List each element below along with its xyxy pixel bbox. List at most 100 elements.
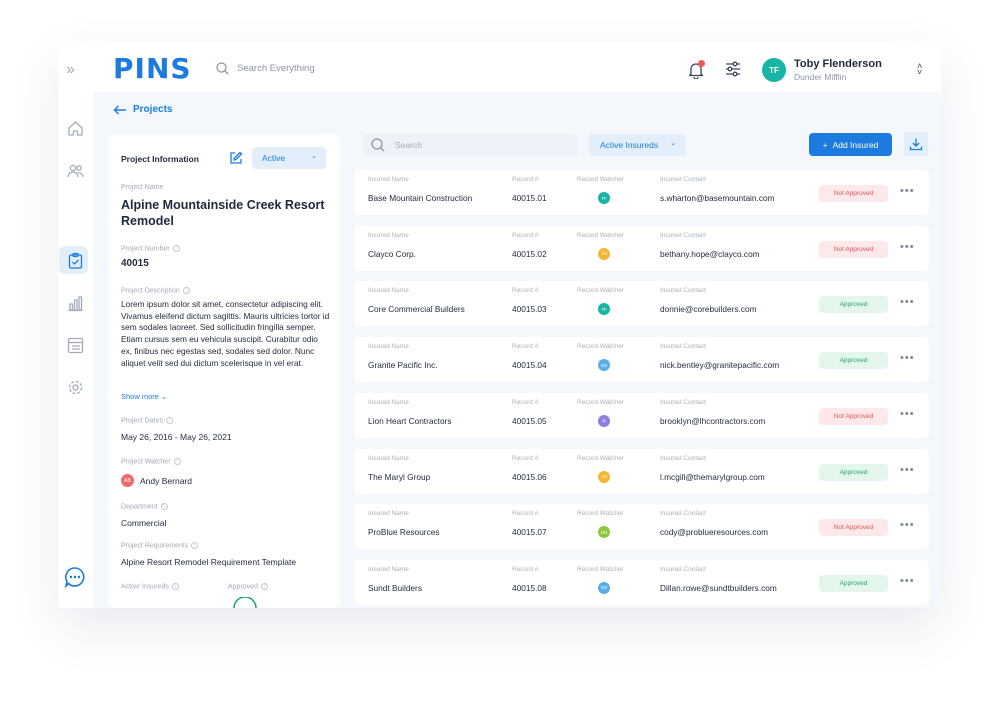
insured-name[interactable]: ProBlue Resources xyxy=(368,527,439,537)
insured-row[interactable]: Insured Name Record # Record Watcher Ins… xyxy=(354,504,929,550)
global-search[interactable]: Search Everything xyxy=(216,62,315,75)
insured-name[interactable]: The Maryl Group xyxy=(368,472,430,482)
watcher-name: Andy Bernard xyxy=(140,476,192,486)
chevron-down-icon: ⌄ xyxy=(311,153,317,160)
record-watcher-avatar: JH xyxy=(598,470,610,483)
more-options-icon[interactable]: ••• xyxy=(900,520,915,531)
requirements[interactable]: Alpine Resort Remodel Requirement Templa… xyxy=(121,557,296,567)
more-options-icon[interactable]: ••• xyxy=(900,353,915,364)
record-watcher-header: Record Watcher xyxy=(577,454,624,462)
more-options-icon[interactable]: ••• xyxy=(900,186,915,197)
insured-name-header: Insured Name xyxy=(368,398,409,406)
record-watcher-header: Record Watcher xyxy=(577,510,624,518)
user-avatar[interactable]: TF xyxy=(762,58,786,82)
clipboard-icon[interactable] xyxy=(67,252,84,269)
info-icon: i xyxy=(171,583,179,590)
more-options-icon[interactable]: ••• xyxy=(900,575,915,586)
insured-contact-header: Insured Contact xyxy=(660,343,706,351)
insured-name[interactable]: Sundt Builders xyxy=(368,583,422,593)
users-icon[interactable] xyxy=(67,162,84,179)
status-badge: Approved xyxy=(819,463,888,481)
project-name: Alpine Mountainside Creek Resort Remodel xyxy=(121,198,325,228)
download-button[interactable] xyxy=(904,132,928,156)
project-description: Lorem ipsum dolor sit amet, consectetur … xyxy=(121,299,330,368)
record-header: Record # xyxy=(512,231,539,239)
chart-icon[interactable] xyxy=(67,295,84,312)
insured-row[interactable]: Insured Name Record # Record Watcher Ins… xyxy=(354,337,929,383)
filters-icon[interactable] xyxy=(725,61,741,77)
record-number: 40015.07 xyxy=(512,527,547,538)
insured-name[interactable]: Base Mountain Construction xyxy=(368,193,472,203)
edit-icon[interactable] xyxy=(229,151,243,165)
more-options-icon[interactable]: ••• xyxy=(900,408,915,419)
record-watcher-avatar: TF xyxy=(598,192,610,204)
sidebar xyxy=(58,92,93,608)
project-info-title: Project Information xyxy=(121,154,199,164)
record-number: 40015.05 xyxy=(512,415,547,426)
insured-contact-header: Insured Contact xyxy=(660,510,706,518)
info-icon: i xyxy=(191,542,199,549)
insured-row[interactable]: Insured Name Record # Record Watcher Ins… xyxy=(354,448,929,494)
insured-search-placeholder[interactable]: Search xyxy=(395,140,422,150)
record-watcher-header: Record Watcher xyxy=(577,565,624,573)
record-watcher-header: Record Watcher xyxy=(577,287,624,295)
chevron-updown-icon[interactable]: ˄ ˅ xyxy=(917,62,922,77)
pins-logo[interactable]: PINS xyxy=(113,52,192,85)
approved-progress-ring xyxy=(233,597,257,608)
project-watcher-label: Project Watcher i xyxy=(121,458,181,465)
settings-icon[interactable] xyxy=(67,379,84,396)
insured-row[interactable]: Insured Name Record # Record Watcher Ins… xyxy=(354,281,929,327)
add-insured-button[interactable]: + Add Insured xyxy=(809,133,892,156)
record-header: Record # xyxy=(512,565,539,573)
record-header: Record # xyxy=(512,398,539,406)
expand-icon[interactable]: » xyxy=(66,62,84,78)
department: Commercial xyxy=(121,518,167,528)
insured-name-header: Insured Name xyxy=(368,510,409,518)
show-more-link[interactable]: Show more ⌄ xyxy=(121,392,167,401)
insured-name[interactable]: Lion Heart Contractors xyxy=(368,416,451,426)
insured-name-header: Insured Name xyxy=(368,176,409,183)
insured-row[interactable]: Insured Name Record # Record Watcher Ins… xyxy=(354,170,929,215)
record-number: 40015.02 xyxy=(512,248,547,259)
insured-contact: l.mcgill@themarylgroup.com xyxy=(660,471,765,482)
insured-contact: nick.bentley@granitepacific.com xyxy=(660,360,780,371)
more-options-icon[interactable]: ••• xyxy=(900,297,915,308)
chevron-down-icon: ⌄ xyxy=(161,392,168,401)
insured-name[interactable]: Clayco Corp. xyxy=(368,249,416,259)
active-insureds-label: Active Insureds i xyxy=(121,583,179,590)
insured-name[interactable]: Core Commercial Builders xyxy=(368,304,465,314)
insured-contact-header: Insured Contact xyxy=(660,454,706,462)
insured-filter-select[interactable]: Active Insureds ⌄ xyxy=(589,134,686,156)
info-icon: i xyxy=(260,583,268,590)
insured-row[interactable]: Insured Name Record # Record Watcher Ins… xyxy=(354,392,929,438)
breadcrumb-label[interactable]: Projects xyxy=(133,104,172,115)
insured-name[interactable]: Granite Pacific Inc. xyxy=(368,360,438,370)
insured-contact: s.wharton@basemountain.com xyxy=(660,193,775,203)
info-icon: i xyxy=(166,417,174,424)
insured-search-input[interactable]: Search xyxy=(363,134,578,156)
more-options-icon[interactable]: ••• xyxy=(900,241,915,252)
chevron-down-icon: ⌄ xyxy=(670,140,676,147)
chat-icon[interactable] xyxy=(64,566,86,588)
more-options-icon[interactable]: ••• xyxy=(900,464,915,475)
record-header: Record # xyxy=(512,287,539,295)
list-icon[interactable] xyxy=(67,337,84,354)
back-to-projects[interactable]: Projects xyxy=(113,104,172,115)
download-icon xyxy=(909,138,923,151)
insured-row[interactable]: Insured Name Record # Record Watcher Ins… xyxy=(354,225,929,271)
record-number: 40015.03 xyxy=(512,304,547,315)
status-badge: Approved xyxy=(819,296,888,314)
record-watcher-header: Record Watcher xyxy=(577,231,624,239)
record-number: 40015.08 xyxy=(512,582,547,593)
insured-contact: bethany.hope@clayco.com xyxy=(660,248,760,259)
global-search-placeholder[interactable]: Search Everything xyxy=(237,63,315,74)
insured-contact-header: Insured Contact xyxy=(660,231,706,239)
status-badge: Not Approved xyxy=(819,519,888,537)
insured-name-header: Insured Name xyxy=(368,231,409,239)
record-header: Record # xyxy=(512,510,539,518)
insured-row[interactable]: Insured Name Record # Record Watcher Ins… xyxy=(354,559,929,605)
project-status-select[interactable]: Active ⌄ xyxy=(252,147,326,169)
plus-icon: + xyxy=(822,139,828,150)
user-name[interactable]: Toby Flenderson xyxy=(794,58,882,70)
home-icon[interactable] xyxy=(67,120,84,137)
